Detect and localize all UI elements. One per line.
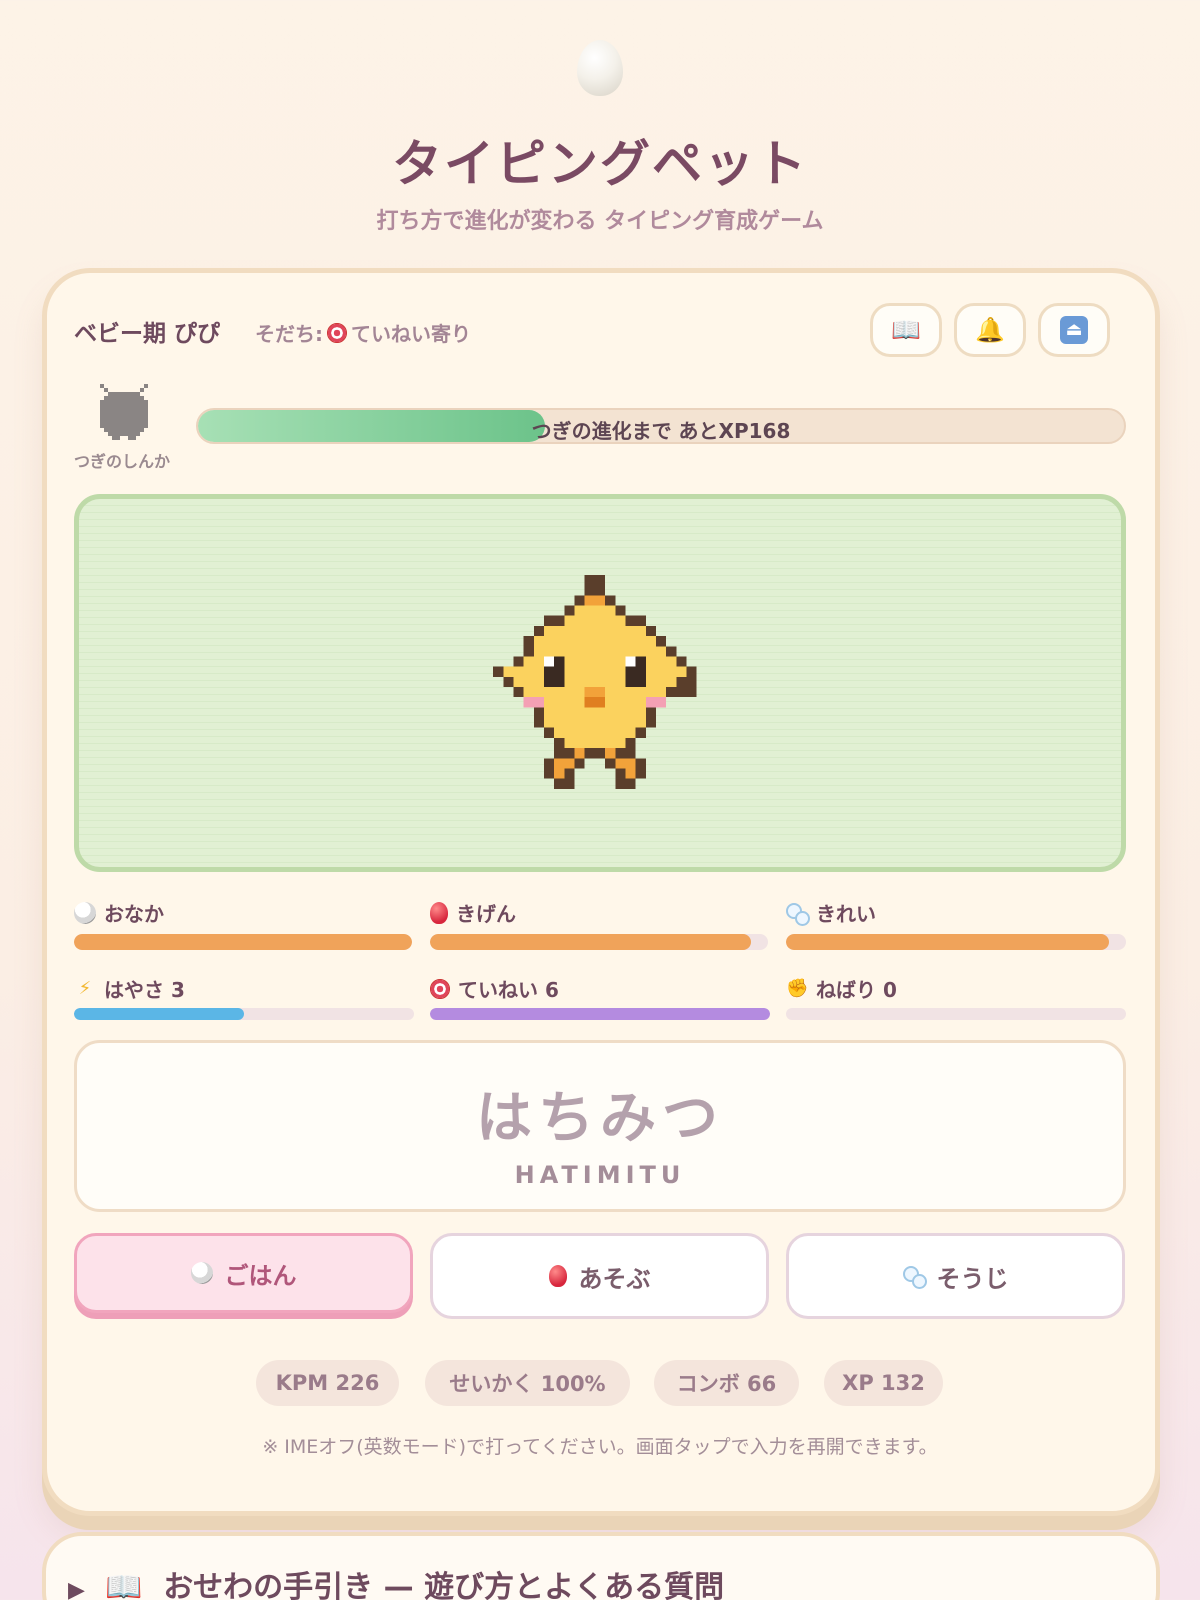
chick-pet-sprite[interactable] — [493, 575, 707, 799]
clean-button[interactable]: そうじ — [786, 1233, 1125, 1319]
trait-teinei-bar — [430, 1008, 770, 1020]
stat-kigen-fill — [430, 934, 752, 950]
combo-badge: コンボ 66 — [654, 1360, 799, 1406]
bubbles-icon — [902, 1265, 927, 1289]
trait-teinei-label: ていねい 6 — [458, 978, 559, 1002]
next-evolution-silhouette — [100, 384, 148, 440]
guide-toggle[interactable]: ▶ 📖 おせわの手引き — 遊び方とよくある質問 — [68, 1562, 724, 1600]
growth-trait-label: そだち: — [255, 322, 323, 346]
typing-word-romaji: HATIMITU — [514, 1161, 686, 1189]
stat-kigen-bar — [430, 934, 768, 950]
muscle-icon: ✊ — [786, 977, 809, 999]
trait-nebari-bar — [786, 1008, 1126, 1020]
rice-bowl-icon — [74, 901, 96, 924]
feed-button[interactable]: ごはん — [74, 1233, 413, 1313]
eject-icon: ⏏ — [1060, 316, 1088, 344]
bell-button[interactable]: 🔔 — [954, 303, 1026, 357]
guide-title: おせわの手引き — 遊び方とよくある質問 — [163, 1570, 725, 1600]
typing-word-box[interactable]: はちみつ HATIMITU — [74, 1040, 1126, 1212]
book-icon: 📖 — [105, 1570, 143, 1600]
growth-trait: そだち: ていねい寄り — [255, 318, 471, 347]
target-icon — [430, 978, 450, 999]
stat-kirei-bar — [786, 934, 1126, 950]
stat-kirei-fill — [786, 934, 1109, 950]
feed-button-label: ごはん — [224, 1261, 297, 1290]
trait-hayasa: ⚡ はやさ 3 — [74, 974, 185, 1003]
balloon-icon — [548, 1265, 567, 1287]
stat-kigen-label: きげん — [456, 902, 516, 926]
target-icon — [327, 322, 347, 343]
stat-onaka-fill — [74, 934, 412, 950]
egg-icon — [577, 40, 623, 96]
bell-icon: 🔔 — [975, 316, 1005, 344]
stat-onaka: おなか — [74, 898, 164, 927]
accuracy-badge: せいかく 100% — [425, 1360, 630, 1406]
stat-kirei: きれい — [786, 898, 876, 927]
typing-word-kana: はちみつ — [476, 1086, 724, 1151]
pet-stage-name: ベビー期 ぴぴ — [74, 321, 221, 347]
rice-bowl-icon — [190, 1262, 213, 1284]
trait-hayasa-fill — [74, 1008, 244, 1020]
trait-hayasa-label: はやさ 3 — [104, 978, 185, 1002]
eject-button[interactable]: ⏏ — [1038, 303, 1110, 357]
app-title: タイピングペット — [392, 135, 808, 193]
book-icon: 📖 — [891, 316, 921, 344]
balloon-icon — [430, 901, 448, 924]
lightning-icon: ⚡ — [78, 977, 92, 999]
trait-teinei: ていねい 6 — [430, 974, 559, 1003]
trait-hayasa-bar — [74, 1008, 414, 1020]
stat-kirei-label: きれい — [816, 902, 876, 926]
growth-trait-value: ていねい寄り — [351, 322, 471, 346]
bubbles-icon — [786, 902, 810, 926]
clean-button-label: そうじ — [936, 1264, 1009, 1293]
stat-onaka-label: おなか — [104, 902, 164, 926]
xp-badge: XP 132 — [824, 1360, 943, 1406]
play-button-label: あそぶ — [578, 1264, 651, 1293]
trait-nebari-label: ねばり 0 — [816, 978, 897, 1002]
trait-nebari: ✊ ねばり 0 — [786, 974, 897, 1003]
book-button[interactable]: 📖 — [870, 303, 942, 357]
kpm-badge: KPM 226 — [256, 1360, 399, 1406]
xp-progress-text: つぎの進化まで あとXP168 — [531, 419, 791, 443]
pet-card — [42, 268, 1160, 1516]
app-subtitle: 打ち方で進化が変わる タイピング育成ゲーム — [376, 209, 824, 234]
trait-teinei-fill — [430, 1008, 770, 1020]
next-evolution-label: つぎのしんか — [74, 452, 171, 471]
ime-note: ※ IMEオフ(英数モード)で打ってください。画面タップで入力を再開できます。 — [262, 1436, 938, 1458]
stat-kigen: きげん — [430, 898, 516, 927]
disclosure-arrow-icon: ▶ — [68, 1578, 85, 1600]
play-button[interactable]: あそぶ — [430, 1233, 769, 1319]
xp-progress-bar: つぎの進化まで あとXP168 — [196, 408, 1126, 444]
stat-onaka-bar — [74, 934, 412, 950]
